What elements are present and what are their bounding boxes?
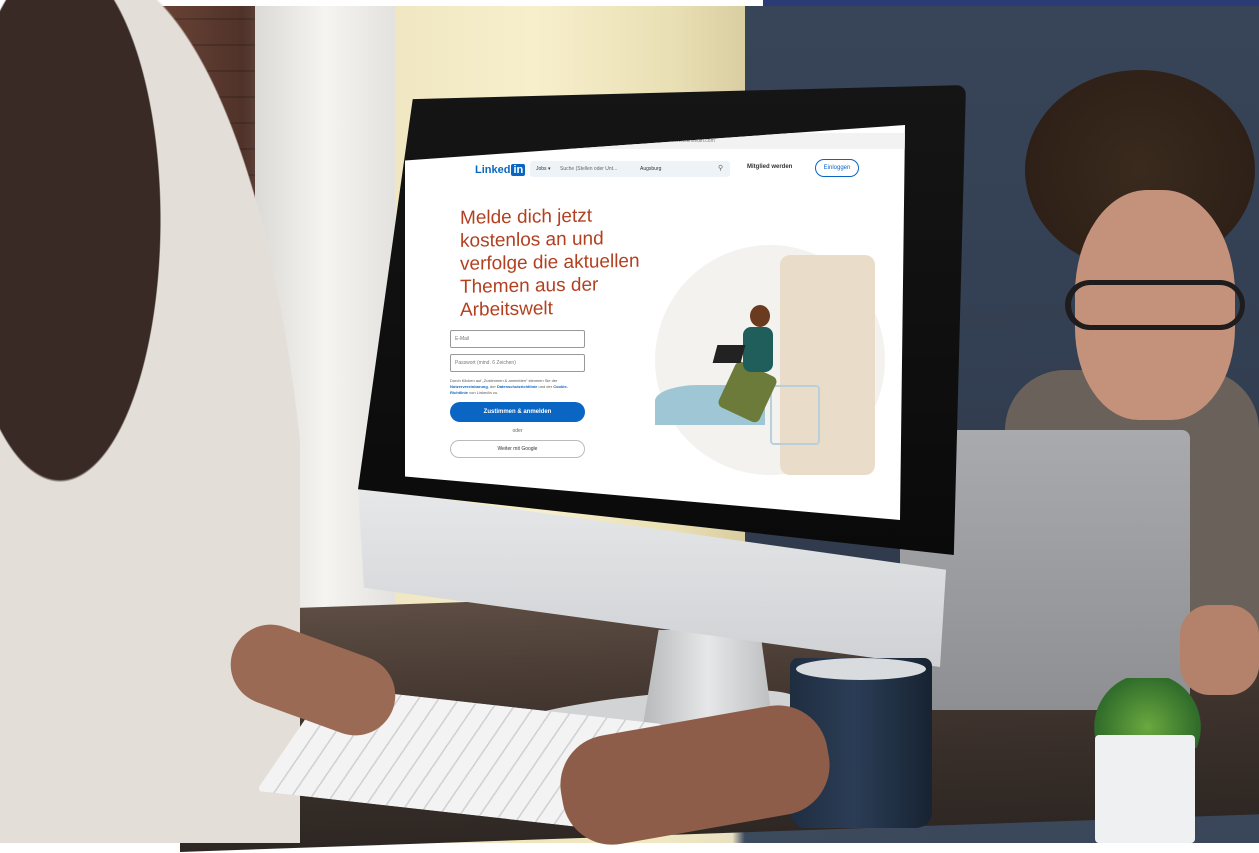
- google-signin-button[interactable]: Weiter mit Google: [450, 440, 585, 458]
- person-back-view: [0, 0, 300, 843]
- hero-illustration: [645, 235, 905, 485]
- search-bar[interactable]: Jobs ▾ Suche (Stellen oder Unt... Augsbu…: [530, 161, 730, 177]
- login-button[interactable]: Einloggen: [815, 159, 859, 177]
- glasses-icon: [1065, 280, 1245, 330]
- linkedin-header: Linked in Jobs ▾ Suche (Stellen oder Unt.…: [475, 157, 895, 185]
- password-field[interactable]: Passwort (mind. 6 Zeichen): [450, 354, 585, 372]
- search-icon[interactable]: ⚲: [718, 164, 723, 172]
- signup-form: E-Mail Passwort (mind. 6 Zeichen) Durch …: [450, 330, 585, 458]
- agree-and-join-button[interactable]: Zustimmen & anmelden: [450, 402, 585, 422]
- legal-text: Durch Klicken auf „Zustimmen & anmelden“…: [450, 378, 568, 395]
- privacy-policy-link[interactable]: Datenschutzrichtlinie: [497, 384, 537, 389]
- monitor-screen: www.linkedin.com Linked in Jobs ▾ Suche (…: [405, 125, 905, 520]
- location-input[interactable]: Augsburg: [640, 166, 661, 172]
- user-agreement-link[interactable]: Nutzervereinbarung: [450, 384, 488, 389]
- jobs-dropdown[interactable]: Jobs ▾: [536, 166, 550, 172]
- search-input[interactable]: Suche (Stellen oder Unt...: [560, 166, 617, 172]
- white-pot: [1095, 735, 1195, 843]
- person-with-laptop-icon: [712, 305, 820, 445]
- linkedin-logo[interactable]: Linked in: [475, 164, 526, 176]
- laptop-icon: [712, 345, 746, 363]
- hero-headline: Melde dich jetzt kostenlos an und verfol…: [460, 205, 640, 321]
- or-divider: oder: [512, 428, 523, 434]
- email-field[interactable]: E-Mail: [450, 330, 585, 348]
- join-link[interactable]: Mitglied werden: [747, 164, 792, 170]
